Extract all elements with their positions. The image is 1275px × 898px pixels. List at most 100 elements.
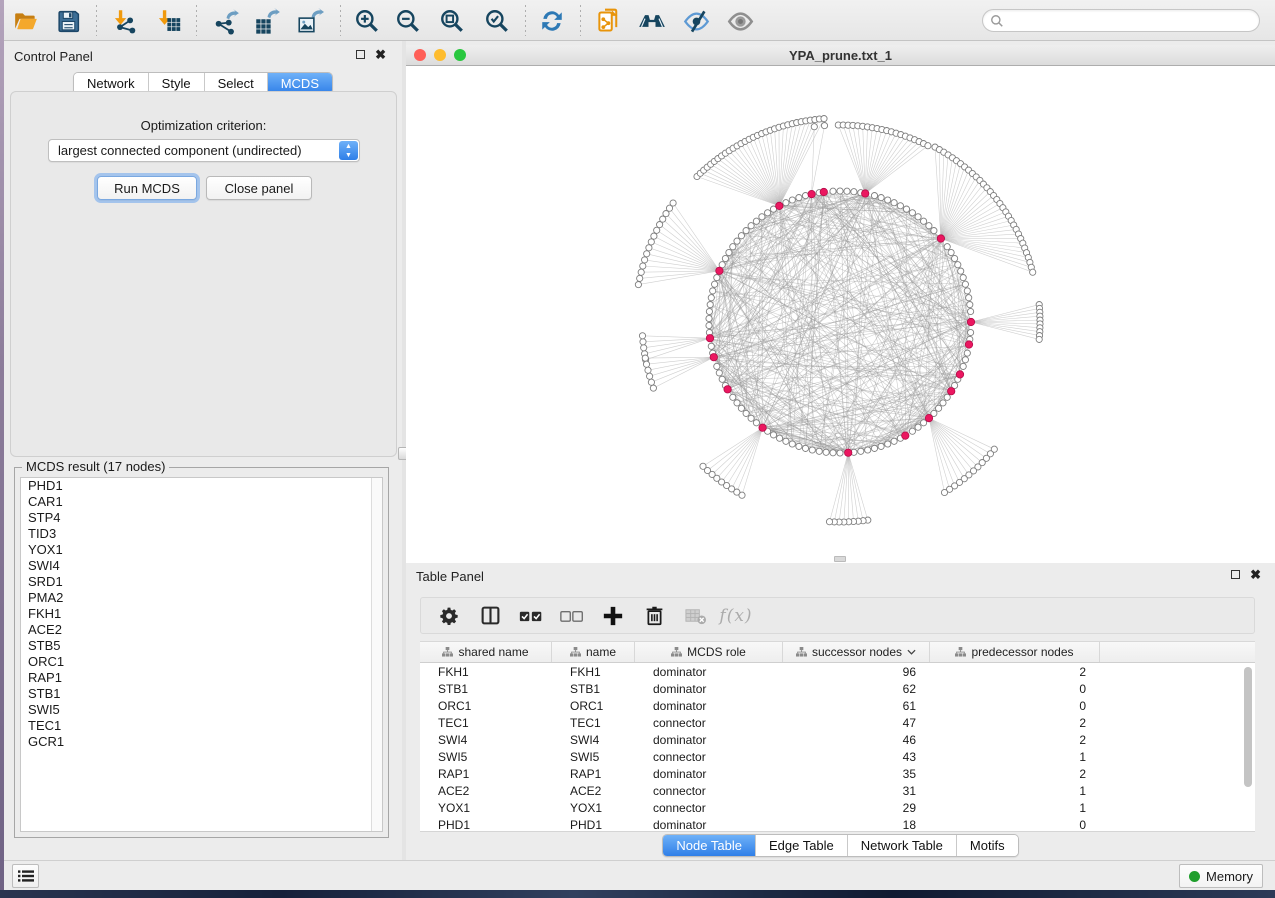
function-builder-icon: f(x) [724, 604, 748, 628]
table-cell: 62 [783, 682, 930, 696]
result-node-item[interactable]: CAR1 [21, 494, 382, 510]
result-node-item[interactable]: TID3 [21, 526, 382, 542]
search-input[interactable] [1004, 12, 1259, 30]
tab-edge-table[interactable]: Edge Table [755, 835, 847, 856]
table-row[interactable]: SWI4SWI4dominator462 [420, 731, 1255, 748]
float-panel-icon[interactable] [356, 50, 365, 59]
table-options-icon[interactable] [437, 604, 461, 628]
result-node-item[interactable]: RAP1 [21, 670, 382, 686]
show-hidden-icon[interactable] [725, 6, 755, 36]
result-node-item[interactable]: GCR1 [21, 734, 382, 750]
zoom-out-icon[interactable] [393, 6, 423, 36]
hide-selected-icon[interactable] [681, 6, 711, 36]
import-table-icon[interactable] [153, 6, 183, 36]
network-graph[interactable] [406, 66, 1275, 563]
table-row[interactable]: PHD1PHD1dominator180 [420, 816, 1255, 832]
zoom-in-icon[interactable] [352, 6, 382, 36]
zoom-selected-icon[interactable] [482, 6, 512, 36]
table-cell: connector [635, 716, 783, 730]
network-window-titlebar[interactable]: YPA_prune.txt_1 [406, 45, 1275, 66]
delete-columns-icon[interactable] [642, 604, 666, 628]
table-cell: SWI5 [552, 750, 635, 764]
namespace-icon [570, 647, 581, 658]
column-header-name[interactable]: name [552, 642, 635, 662]
result-node-item[interactable]: STP4 [21, 510, 382, 526]
show-columns-icon[interactable] [478, 604, 502, 628]
run-mcds-button[interactable]: Run MCDS [97, 176, 197, 200]
table-scrollbar[interactable] [1243, 665, 1253, 830]
table-row[interactable]: STB1STB1dominator620 [420, 680, 1255, 697]
criterion-dropdown[interactable]: largest connected component (undirected)… [48, 139, 360, 162]
save-session-icon[interactable] [53, 6, 83, 36]
column-header-predecessor-nodes[interactable]: predecessor nodes [930, 642, 1100, 662]
add-column-icon[interactable] [601, 604, 625, 628]
export-table-icon[interactable] [252, 6, 282, 36]
table-divider-handle[interactable] [834, 556, 846, 562]
result-node-item[interactable]: SWI4 [21, 558, 382, 574]
result-node-item[interactable]: FKH1 [21, 606, 382, 622]
open-file-icon[interactable] [11, 6, 41, 36]
clone-network-icon[interactable] [594, 6, 624, 36]
mcds-result-list[interactable]: PHD1CAR1STP4TID3YOX1SWI4SRD1PMA2FKH1ACE2… [20, 477, 383, 832]
first-neighbors-icon[interactable] [637, 6, 667, 36]
import-network-icon[interactable] [109, 6, 139, 36]
table-cell: 0 [930, 682, 1100, 696]
namespace-icon [442, 647, 453, 658]
table-cell: PHD1 [420, 818, 552, 832]
result-node-item[interactable]: ACE2 [21, 622, 382, 638]
table-cell: ORC1 [552, 699, 635, 713]
result-node-item[interactable]: ORC1 [21, 654, 382, 670]
table-tabs: Node TableEdge TableNetwork TableMotifs [406, 834, 1275, 857]
deselect-all-icon[interactable] [560, 604, 584, 628]
search-field[interactable] [982, 9, 1260, 32]
toolbar-separator [525, 5, 526, 36]
table-cell: dominator [635, 682, 783, 696]
table-row[interactable]: ACE2ACE2connector311 [420, 782, 1255, 799]
tab-motifs[interactable]: Motifs [956, 835, 1018, 856]
result-node-item[interactable]: STB5 [21, 638, 382, 654]
result-node-item[interactable]: SWI5 [21, 702, 382, 718]
toolbar-separator [96, 5, 97, 36]
column-header-shared-name[interactable]: shared name [420, 642, 552, 662]
select-all-icon[interactable] [519, 604, 543, 628]
table-scrollbar-thumb[interactable] [1244, 667, 1252, 787]
result-node-item[interactable]: STB1 [21, 686, 382, 702]
table-header-row: shared namenameMCDS rolesuccessor nodesp… [420, 641, 1255, 663]
result-node-item[interactable]: TEC1 [21, 718, 382, 734]
table-cell: 1 [930, 784, 1100, 798]
result-node-item[interactable]: SRD1 [21, 574, 382, 590]
export-network-icon[interactable] [211, 6, 241, 36]
close-panel-icon[interactable]: ✖ [1250, 570, 1261, 579]
result-list-scrollbar[interactable] [371, 478, 382, 831]
refresh-layout-icon[interactable] [537, 6, 567, 36]
table-row[interactable]: RAP1RAP1dominator352 [420, 765, 1255, 782]
table-cell: 2 [930, 716, 1100, 730]
result-node-item[interactable]: PHD1 [21, 478, 382, 494]
table-row[interactable]: FKH1FKH1dominator962 [420, 663, 1255, 680]
table-cell: STB1 [420, 682, 552, 696]
table-row[interactable]: ORC1ORC1dominator610 [420, 697, 1255, 714]
mcds-result-title: MCDS result (17 nodes) [22, 459, 169, 474]
export-image-icon[interactable] [295, 6, 325, 36]
column-header-successor-nodes[interactable]: successor nodes [783, 642, 930, 662]
result-node-item[interactable]: YOX1 [21, 542, 382, 558]
table-row[interactable]: SWI5SWI5connector431 [420, 748, 1255, 765]
task-history-button[interactable] [12, 864, 39, 888]
table-cell: SWI4 [420, 733, 552, 747]
table-row[interactable]: TEC1TEC1connector472 [420, 714, 1255, 731]
namespace-icon [955, 647, 966, 658]
node-table[interactable]: FKH1FKH1dominator962STB1STB1dominator620… [420, 663, 1255, 832]
desktop-wallpaper-bottom [0, 890, 1275, 898]
close-panel-icon[interactable]: ✖ [375, 50, 386, 59]
memory-button[interactable]: Memory [1179, 864, 1263, 888]
result-node-item[interactable]: PMA2 [21, 590, 382, 606]
mcds-tab-content: Optimization criterion: largest connecte… [10, 91, 397, 457]
float-panel-icon[interactable] [1231, 570, 1240, 579]
network-window-title: YPA_prune.txt_1 [406, 48, 1275, 63]
column-header-MCDS-role[interactable]: MCDS role [635, 642, 783, 662]
tab-network-table[interactable]: Network Table [847, 835, 956, 856]
close-panel-button[interactable]: Close panel [206, 176, 312, 200]
zoom-fit-icon[interactable] [437, 6, 467, 36]
table-row[interactable]: YOX1YOX1connector291 [420, 799, 1255, 816]
tab-node-table[interactable]: Node Table [663, 835, 755, 856]
